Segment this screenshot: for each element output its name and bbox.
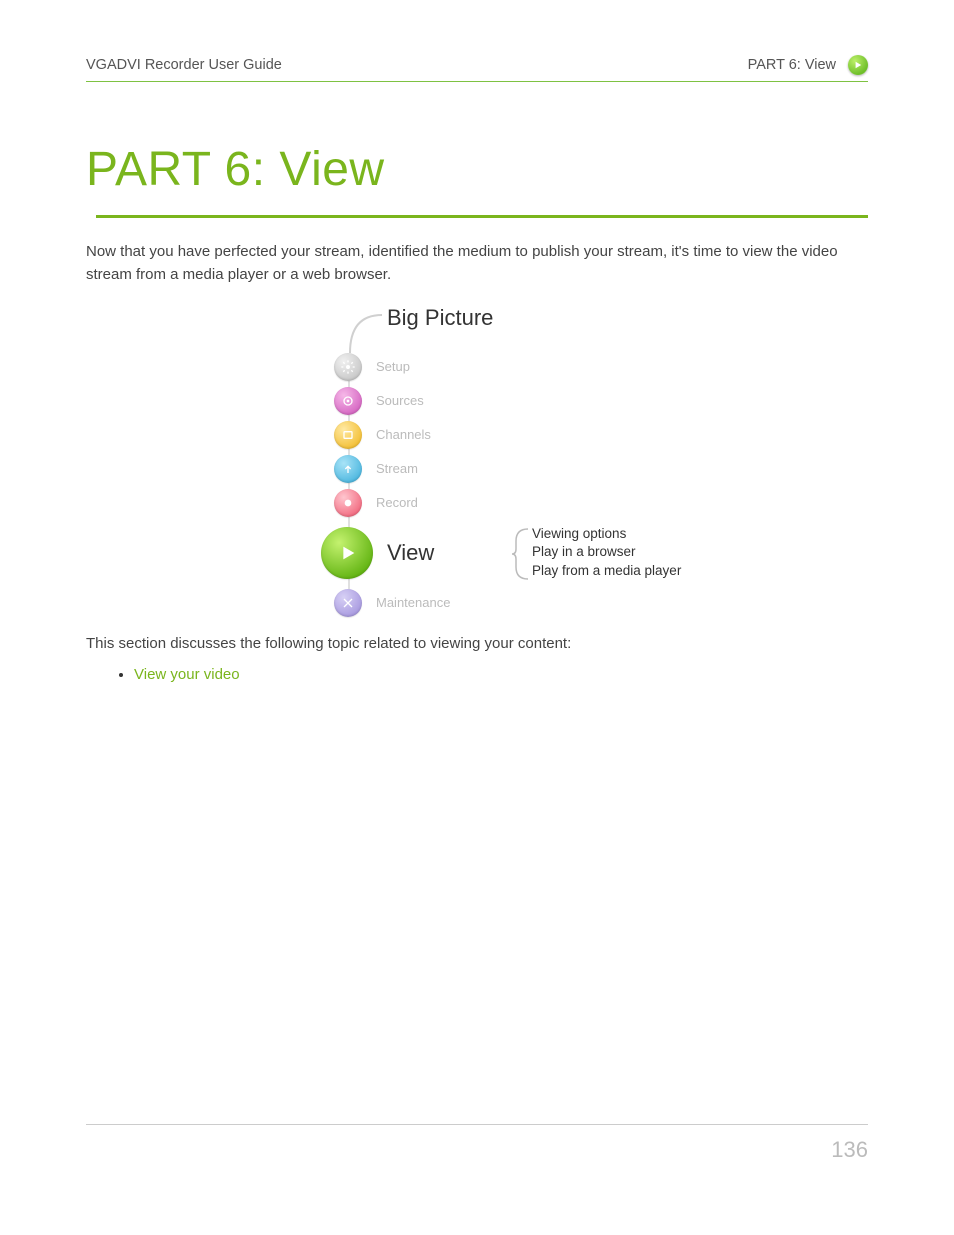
step-record: Record (334, 489, 418, 517)
upload-icon (334, 455, 362, 483)
header-section-label: PART 6: View (748, 57, 836, 73)
sub-bracket (512, 527, 530, 581)
page-number: 136 (831, 1137, 868, 1163)
sub-topic: Play from a media player (532, 562, 681, 581)
diagram-title-connector (342, 313, 392, 355)
step-channels: Channels (334, 421, 431, 449)
view-sub-topics: Viewing options Play in a browser Play f… (532, 525, 681, 582)
step-setup: Setup (334, 353, 410, 381)
step-label: Record (376, 495, 418, 510)
step-label: Sources (376, 393, 424, 408)
sub-topic: Play in a browser (532, 543, 681, 562)
step-label: Channels (376, 427, 431, 442)
title-underline (96, 215, 868, 218)
play-icon (321, 527, 373, 579)
record-icon (334, 489, 362, 517)
header-section: PART 6: View (748, 55, 868, 75)
header-doc-title: VGADVI Recorder User Guide (86, 57, 282, 73)
page-title: PART 6: View (86, 142, 868, 197)
tools-icon (334, 589, 362, 617)
sub-topic: Viewing options (532, 525, 681, 544)
diagram-title: Big Picture (387, 305, 493, 331)
step-label: Maintenance (376, 595, 450, 610)
step-view-active: View (321, 527, 434, 579)
step-label: Setup (376, 359, 410, 374)
play-icon (848, 55, 868, 75)
gear-icon (334, 353, 362, 381)
list-item: View your video (134, 666, 868, 683)
channels-icon (334, 421, 362, 449)
link-view-your-video[interactable]: View your video (134, 666, 240, 683)
intro-paragraph: Now that you have perfected your stream,… (86, 240, 868, 287)
topics-list: View your video (86, 666, 868, 683)
page-header: VGADVI Recorder User Guide PART 6: View (86, 55, 868, 82)
step-stream: Stream (334, 455, 418, 483)
section-intro: This section discusses the following top… (86, 635, 868, 652)
big-picture-diagram: Big Picture Setup Sources Channels (242, 305, 712, 625)
step-sources: Sources (334, 387, 424, 415)
sources-icon (334, 387, 362, 415)
step-label: View (387, 540, 434, 566)
step-label: Stream (376, 461, 418, 476)
footer-rule (86, 1124, 868, 1125)
step-maintenance: Maintenance (334, 589, 450, 617)
